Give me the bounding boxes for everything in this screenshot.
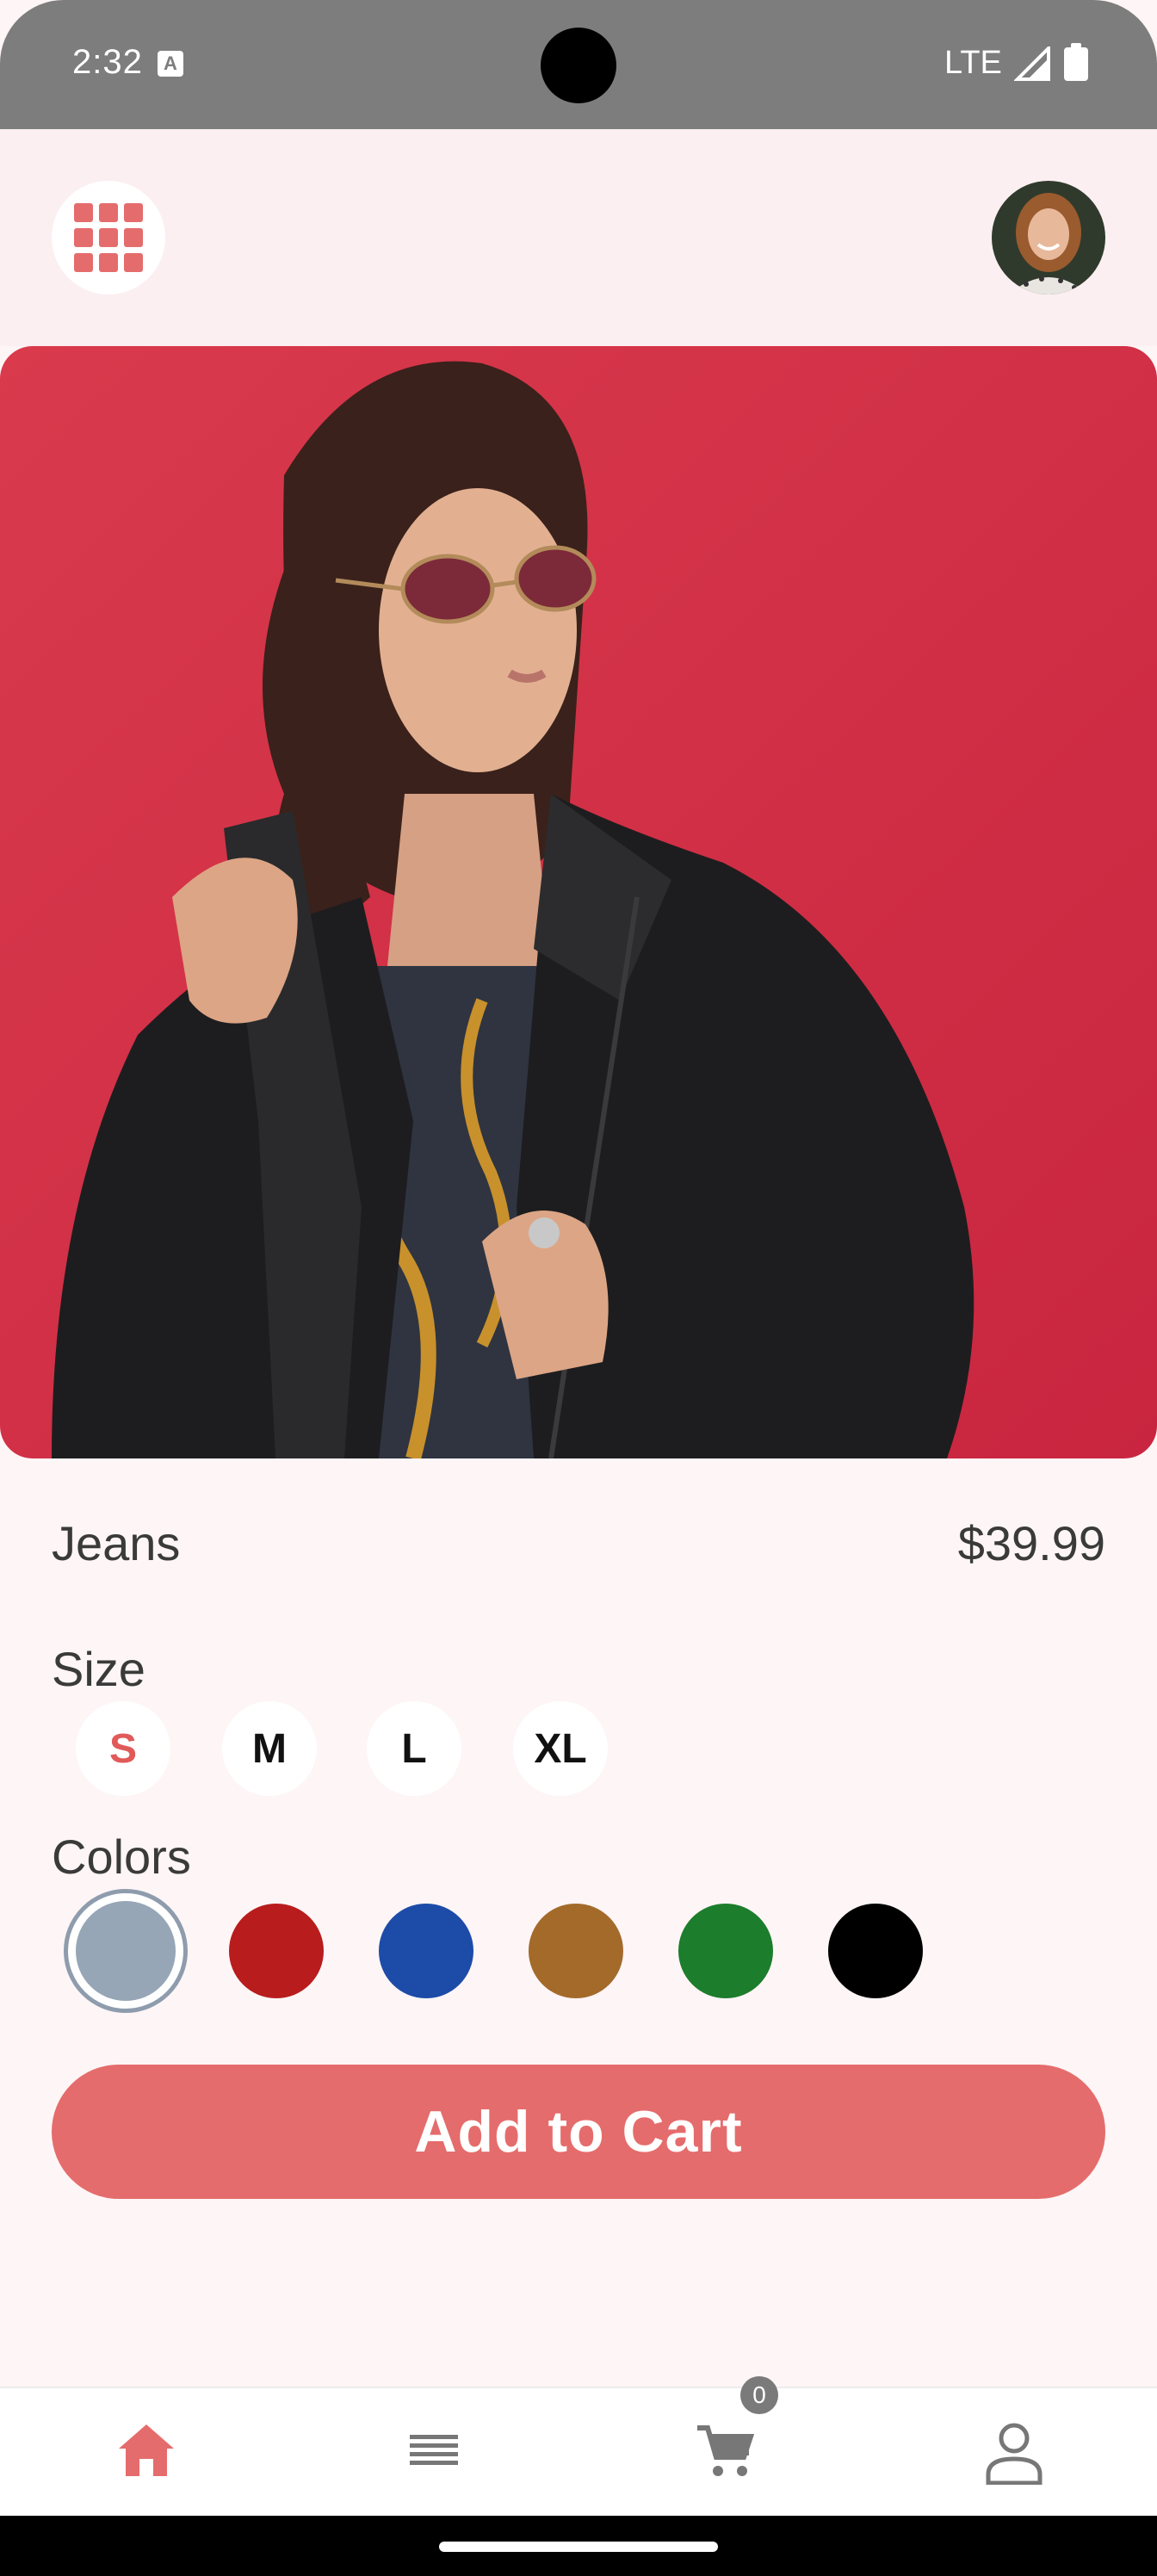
size-option-l[interactable]: L — [367, 1701, 461, 1796]
status-bar: 2:32 LTE — [0, 0, 1157, 129]
person-icon — [986, 2423, 1043, 2485]
size-option-s[interactable]: S — [76, 1701, 170, 1796]
product-image — [0, 346, 1157, 1458]
bottom-navigation: 0 — [0, 2376, 1157, 2517]
color-swatch-6[interactable] — [828, 1904, 923, 1998]
color-swatch-fill — [76, 1901, 176, 2001]
user-avatar[interactable] — [992, 181, 1105, 294]
camera-cutout — [541, 28, 616, 103]
nav-home[interactable] — [0, 2388, 289, 2517]
color-swatch-5[interactable] — [678, 1904, 773, 1998]
nav-cart[interactable]: 0 — [578, 2376, 868, 2517]
cart-icon — [697, 2425, 754, 2476]
color-swatch-4[interactable] — [529, 1904, 623, 1998]
signal-icon — [1014, 46, 1050, 81]
home-gesture-handle[interactable] — [439, 2542, 718, 2552]
grid-icon — [74, 203, 143, 272]
network-type: LTE — [944, 45, 1002, 81]
size-label: Size — [52, 1642, 145, 1696]
battery-icon — [1064, 43, 1088, 81]
menu-grid-button[interactable] — [52, 181, 165, 294]
color-swatch-1[interactable] — [64, 1889, 188, 2013]
product-detail-screen: 2:32 LTE — [0, 0, 1157, 2576]
size-option-m[interactable]: M — [222, 1701, 317, 1796]
keyboard-indicator-icon — [158, 51, 183, 77]
home-icon — [119, 2424, 174, 2476]
gesture-bar — [0, 2516, 1157, 2576]
status-time: 2:32 — [72, 43, 143, 81]
color-swatch-2[interactable] — [229, 1904, 324, 1998]
add-to-cart-button[interactable]: Add to Cart — [52, 2065, 1105, 2199]
app-header — [0, 129, 1157, 346]
list-icon — [410, 2435, 458, 2465]
product-price: $39.99 — [957, 1516, 1105, 1570]
nav-profile[interactable] — [868, 2388, 1157, 2517]
colors-label: Colors — [52, 1830, 191, 1884]
color-swatch-3[interactable] — [379, 1904, 473, 1998]
size-option-xl[interactable]: XL — [513, 1701, 608, 1796]
product-name: Jeans — [52, 1516, 181, 1570]
cart-count-badge: 0 — [740, 2376, 778, 2414]
nav-list[interactable] — [289, 2388, 578, 2517]
